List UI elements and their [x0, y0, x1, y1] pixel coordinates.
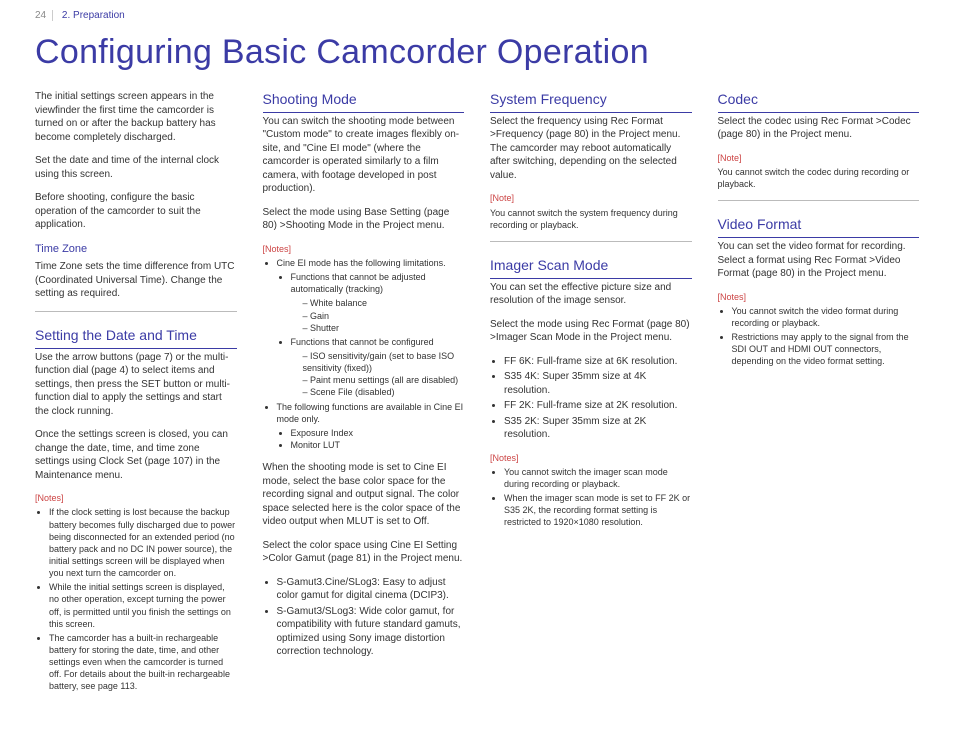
notes-list: If the clock setting is lost because the…: [35, 506, 237, 692]
sub-sub-item: White balance: [303, 297, 465, 309]
notes-list: Cine EI mode has the following limitatio…: [263, 257, 465, 451]
system-frequency-body: Select the frequency using Rec Format >F…: [490, 115, 692, 183]
sub-sub-item: Scene File (disabled): [303, 386, 465, 398]
video-format-heading: Video Format: [718, 215, 920, 238]
note-item: When the imager scan mode is set to FF 2…: [504, 492, 692, 528]
sub-item: Functions that cannot be adjusted automa…: [291, 271, 465, 334]
list-item: S35 2K: Super 35mm size at 2K resolution…: [504, 415, 692, 442]
scan-mode-list: FF 6K: Full-frame size at 6K resolution.…: [490, 355, 692, 442]
shooting-mode-body: Select the color space using Cine EI Set…: [263, 539, 465, 566]
date-time-body: Use the arrow buttons (page 7) or the mu…: [35, 351, 237, 419]
sub-sub-item: Gain: [303, 310, 465, 322]
time-zone-heading: Time Zone: [35, 242, 237, 257]
date-time-heading: Setting the Date and Time: [35, 326, 237, 349]
divider: [490, 241, 692, 242]
notes-label: [Notes]: [263, 243, 465, 255]
column-4: Codec Select the codec using Rec Format …: [718, 90, 920, 702]
sub-sub-list: ISO sensitivity/gain (set to base ISO se…: [291, 350, 465, 399]
sub-list: Functions that cannot be adjusted automa…: [277, 271, 465, 398]
note-item: You cannot switch the video format durin…: [732, 305, 920, 329]
intro-para: Set the date and time of the internal cl…: [35, 154, 237, 181]
shooting-mode-body: When the shooting mode is set to Cine EI…: [263, 461, 465, 529]
imager-scan-body: You can set the effective picture size a…: [490, 281, 692, 308]
shooting-mode-heading: Shooting Mode: [263, 90, 465, 113]
content-columns: The initial settings screen appears in t…: [35, 90, 919, 702]
note-item: You cannot switch the imager scan mode d…: [504, 466, 692, 490]
sub-list: Exposure Index Monitor LUT: [277, 427, 465, 451]
page-header: 24 2. Preparation: [35, 10, 919, 27]
system-frequency-heading: System Frequency: [490, 90, 692, 113]
list-item: S35 4K: Super 35mm size at 4K resolution…: [504, 370, 692, 397]
page-title: Configuring Basic Camcorder Operation: [35, 33, 919, 72]
note-item: The camcorder has a built-in rechargeabl…: [49, 632, 237, 693]
imager-scan-heading: Imager Scan Mode: [490, 256, 692, 279]
note-label: [Note]: [718, 152, 920, 164]
sub-sub-list: White balance Gain Shutter: [291, 297, 465, 333]
notes-list: You cannot switch the imager scan mode d…: [490, 466, 692, 529]
list-item: S-Gamut3/SLog3: Wide color gamut, for co…: [277, 605, 465, 659]
imager-scan-body: Select the mode using Rec Format (page 8…: [490, 318, 692, 345]
date-time-body: Once the settings screen is closed, you …: [35, 428, 237, 482]
notes-label: [Notes]: [490, 452, 692, 464]
divider: [718, 200, 920, 201]
column-1: The initial settings screen appears in t…: [35, 90, 237, 702]
sub-item: Exposure Index: [291, 427, 465, 439]
notes-label: [Notes]: [35, 492, 237, 504]
shooting-mode-body: Select the mode using Base Setting (page…: [263, 206, 465, 233]
video-format-body: You can set the video format for recordi…: [718, 240, 920, 281]
column-2: Shooting Mode You can switch the shootin…: [263, 90, 465, 702]
chapter-label: 2. Preparation: [62, 10, 125, 21]
note-item: Cine EI mode has the following limitatio…: [277, 257, 465, 399]
list-item: FF 6K: Full-frame size at 6K resolution.: [504, 355, 692, 369]
codec-heading: Codec: [718, 90, 920, 113]
sub-sub-item: ISO sensitivity/gain (set to base ISO se…: [303, 350, 465, 374]
sub-sub-item: Shutter: [303, 322, 465, 334]
intro-para: Before shooting, configure the basic ope…: [35, 191, 237, 232]
column-3: System Frequency Select the frequency us…: [490, 90, 692, 702]
time-zone-body: Time Zone sets the time difference from …: [35, 260, 237, 301]
notes-list: You cannot switch the video format durin…: [718, 305, 920, 368]
sub-item: Monitor LUT: [291, 439, 465, 451]
sub-item: Functions that cannot be configured ISO …: [291, 336, 465, 399]
page-number: 24: [35, 10, 53, 21]
shooting-mode-body: You can switch the shooting mode between…: [263, 115, 465, 196]
list-item: FF 2K: Full-frame size at 2K resolution.: [504, 399, 692, 413]
note-item: While the initial settings screen is dis…: [49, 581, 237, 630]
note-label: [Note]: [490, 192, 692, 204]
note-body: You cannot switch the codec during recor…: [718, 166, 920, 190]
notes-label: [Notes]: [718, 291, 920, 303]
color-space-list: S-Gamut3.Cine/SLog3: Easy to adjust colo…: [263, 576, 465, 659]
intro-para: The initial settings screen appears in t…: [35, 90, 237, 144]
note-item: If the clock setting is lost because the…: [49, 506, 237, 579]
codec-body: Select the codec using Rec Format >Codec…: [718, 115, 920, 142]
sub-sub-item: Paint menu settings (all are disabled): [303, 374, 465, 386]
note-item: Restrictions may apply to the signal fro…: [732, 331, 920, 367]
divider: [35, 311, 237, 312]
note-item: The following functions are available in…: [277, 401, 465, 452]
note-body: You cannot switch the system frequency d…: [490, 207, 692, 231]
manual-page: 24 2. Preparation Configuring Basic Camc…: [0, 0, 954, 732]
list-item: S-Gamut3.Cine/SLog3: Easy to adjust colo…: [277, 576, 465, 603]
